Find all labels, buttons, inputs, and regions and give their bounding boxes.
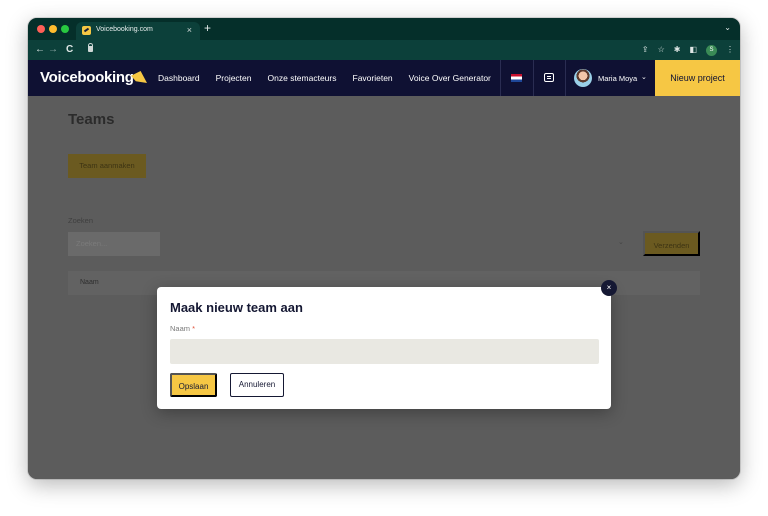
submit-button[interactable]: Verzenden (643, 231, 700, 256)
chevron-down-icon[interactable]: ⌄ (641, 73, 647, 81)
name-label-text: Naam (170, 324, 191, 333)
search-input[interactable]: Zoeken... (68, 232, 160, 256)
tab-title: Voicebooking.com (96, 26, 153, 33)
toolbar-icons: ⇪ ☆ ✱ ◧ S ⋮ (642, 43, 734, 57)
site-logo[interactable]: Voicebooking (40, 69, 134, 86)
required-marker: * (192, 324, 196, 333)
browser-window: Voicebooking.com × + ⌄ ← → C ⇪ ☆ ✱ ◧ S ⋮… (28, 18, 740, 479)
extensions-icon[interactable]: ✱ (674, 43, 681, 57)
tab-search-icon[interactable]: ⌄ (724, 23, 731, 32)
create-team-button[interactable]: Team aanmaken (68, 154, 146, 178)
close-tab-icon[interactable]: × (187, 25, 192, 35)
modal-title: Maak nieuw team aan (170, 300, 303, 315)
browser-tab[interactable]: Voicebooking.com × (76, 22, 200, 40)
save-button[interactable]: Opslaan (170, 373, 217, 397)
page-title: Teams (68, 111, 115, 128)
column-header-name[interactable]: Naam (80, 279, 99, 286)
avatar[interactable] (574, 69, 592, 87)
nav-divider (500, 60, 501, 96)
nav-divider (565, 60, 566, 96)
profile-icon[interactable]: S (706, 44, 717, 56)
search-label: Zoeken (68, 216, 94, 225)
star-icon[interactable]: ☆ (658, 43, 665, 57)
user-name[interactable]: Maria Moya (598, 74, 637, 83)
team-name-input[interactable] (170, 339, 599, 364)
back-icon[interactable]: ← (35, 43, 45, 57)
minimize-window-button[interactable] (49, 25, 57, 33)
menu-icon[interactable]: ⋮ (726, 43, 734, 57)
nav-link-dashboard[interactable]: Dashboard (158, 73, 200, 83)
chat-icon[interactable] (544, 73, 554, 82)
maximize-window-button[interactable] (61, 25, 69, 33)
tab-bar: Voicebooking.com × + ⌄ (28, 18, 740, 40)
lock-icon[interactable] (88, 43, 93, 52)
dutch-flag-icon[interactable] (511, 74, 522, 82)
nav-link-stemacteurs[interactable]: Onze stemacteurs (268, 73, 337, 83)
site-navbar: Voicebooking Dashboard Projecten Onze st… (28, 60, 740, 96)
name-field-label: Naam * (170, 324, 195, 333)
new-project-button[interactable]: Nieuw project (655, 60, 740, 96)
nav-link-projecten[interactable]: Projecten (216, 73, 252, 83)
chevron-down-icon[interactable]: ⌄ (618, 238, 624, 246)
reload-icon[interactable]: C (66, 43, 73, 57)
close-window-button[interactable] (37, 25, 45, 33)
nav-links: Dashboard Projecten Onze stemacteurs Fav… (158, 60, 507, 96)
forward-icon[interactable]: → (48, 43, 58, 57)
nav-link-favorieten[interactable]: Favorieten (353, 73, 393, 83)
address-bar: ← → C ⇪ ☆ ✱ ◧ S ⋮ (28, 40, 740, 60)
create-team-modal: Maak nieuw team aan Naam * Opslaan Annul… (157, 287, 611, 409)
share-icon[interactable]: ⇪ (642, 43, 649, 57)
nav-divider (533, 60, 534, 96)
new-tab-button[interactable]: + (204, 21, 211, 35)
cancel-button[interactable]: Annuleren (230, 373, 284, 397)
nav-link-voice-over-generator[interactable]: Voice Over Generator (409, 73, 491, 83)
favicon-icon (82, 26, 91, 35)
close-icon[interactable]: × (601, 280, 617, 296)
sidepanel-icon[interactable]: ◧ (689, 43, 697, 57)
teams-page: Teams Team aanmaken Zoeken Zoeken... ⌄ V… (28, 96, 740, 479)
